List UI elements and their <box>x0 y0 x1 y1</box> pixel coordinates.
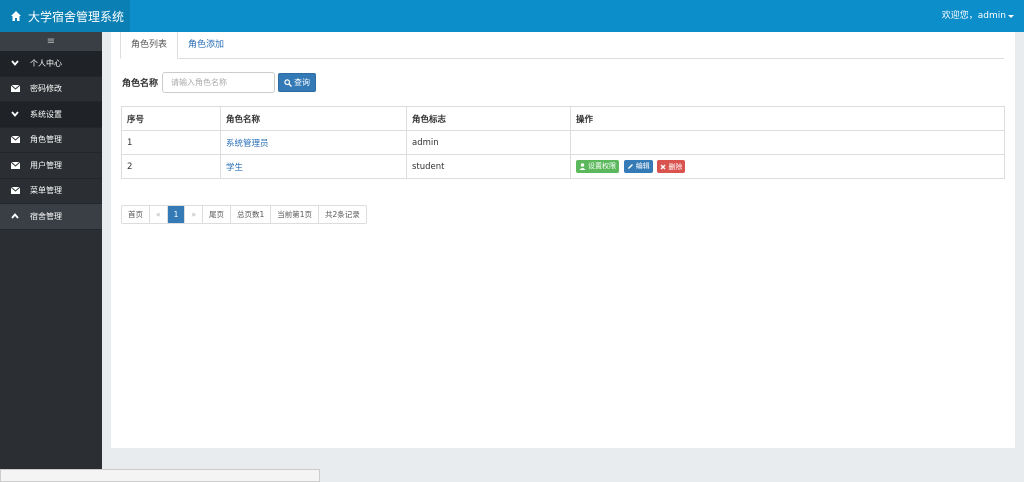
button-label: 删除 <box>668 162 683 171</box>
sidebar-item-label: 密码修改 <box>30 84 62 94</box>
pager-current[interactable]: 1 <box>167 206 186 223</box>
pager-total-records: 共2条记录 <box>325 210 360 219</box>
pencil-icon <box>627 163 633 169</box>
set-permission-button[interactable]: 设置权限 <box>576 159 619 173</box>
search-input[interactable] <box>162 72 276 93</box>
welcome-text: 欢迎您，admin <box>941 11 1006 21</box>
sidebar-item-menus[interactable]: 菜单管理 <box>0 179 102 204</box>
sidebar-item-roles[interactable]: 角色管理 <box>0 128 102 153</box>
sidebar-item-label: 个人中心 <box>30 58 62 68</box>
horizontal-scrollbar[interactable] <box>0 469 320 482</box>
app-title: 大学宿舍管理系统 <box>28 9 125 24</box>
envelope-icon <box>10 186 20 196</box>
cell-no: 2 <box>121 154 221 179</box>
search-button-label: 查询 <box>294 78 311 87</box>
search-button[interactable]: 查询 <box>278 73 317 92</box>
sidebar-item-settings[interactable]: 系统设置 <box>0 102 102 128</box>
sidebar-item-label: 宿舍管理 <box>30 211 62 221</box>
pager-prev[interactable]: « <box>150 206 168 223</box>
user-menu[interactable]: 欢迎您，admin <box>942 0 1014 32</box>
cell-role-flag: student <box>406 154 571 179</box>
edit-button[interactable]: 编辑 <box>623 159 653 173</box>
user-icon <box>579 163 586 170</box>
role-table: 序号 角色名称 角色标志 操作 1 系统管理员 admin 2 学生 stude… <box>121 106 1005 179</box>
pager-total-pages: 总页数1 <box>231 206 272 223</box>
cell-role-name-link[interactable]: 系统管理员 <box>220 130 407 155</box>
cell-actions <box>570 130 1005 155</box>
search-bar: 角色名称 查询 <box>122 72 317 93</box>
search-icon <box>284 78 293 87</box>
table-row: 2 学生 student 设置权限 编辑 删除 <box>121 154 1005 179</box>
close-icon <box>660 164 666 170</box>
tab-role-list[interactable]: 角色列表 <box>120 32 179 59</box>
tab-role-add[interactable]: 角色添加 <box>178 32 234 59</box>
button-label: 编辑 <box>635 162 650 171</box>
cell-role-flag: admin <box>406 130 571 155</box>
pager-first[interactable]: 首页 <box>122 206 150 223</box>
caret-down-icon <box>1008 14 1014 18</box>
sidebar-item-label: 菜单管理 <box>30 186 62 196</box>
column-header: 角色名称 <box>220 106 407 131</box>
cell-role-name-link[interactable]: 学生 <box>220 154 407 179</box>
table-header-row: 序号 角色名称 角色标志 操作 <box>121 106 1005 131</box>
chevron-up-icon <box>10 211 20 221</box>
delete-button[interactable]: 删除 <box>657 160 686 174</box>
tab-bar: 角色列表 角色添加 <box>120 32 1004 59</box>
sidebar-item-dorms[interactable]: 宿舍管理 <box>0 204 102 230</box>
column-header: 操作 <box>570 106 1005 131</box>
search-label: 角色名称 <box>122 79 159 89</box>
pager-next[interactable]: » <box>185 206 203 223</box>
sidebar-item-label: 角色管理 <box>30 135 62 145</box>
brand[interactable]: 大学宿舍管理系统 <box>0 0 130 32</box>
column-header: 角色标志 <box>406 106 571 131</box>
sidebar-item-label: 系统设置 <box>30 109 62 119</box>
home-icon <box>11 11 21 21</box>
sidebar-item-profile[interactable]: 个人中心 <box>0 51 102 77</box>
chevron-down-icon <box>10 109 20 119</box>
cell-actions: 设置权限 编辑 删除 <box>570 154 1005 179</box>
main-panel: 角色列表 角色添加 角色名称 查询 序号 角色名称 角色标志 操作 1 系统管理… <box>111 32 1015 448</box>
pager-last[interactable]: 尾页 <box>203 206 231 223</box>
cell-no: 1 <box>121 130 221 155</box>
column-header: 序号 <box>121 106 221 131</box>
chevron-down-icon <box>10 58 20 68</box>
pagination: 首页 « 1 » 尾页 总页数1 当前第1页 共2条记录 <box>121 205 367 224</box>
button-label: 设置权限 <box>588 162 616 171</box>
top-bar: 大学宿舍管理系统 欢迎您，admin <box>0 0 1024 32</box>
pager-current-page: 当前第1页 <box>271 206 320 223</box>
table-row: 1 系统管理员 admin <box>121 130 1005 155</box>
sidebar-item-label: 用户管理 <box>30 160 62 170</box>
envelope-icon <box>10 160 20 170</box>
sidebar-toggle[interactable]: ≡ <box>0 32 102 51</box>
envelope-icon <box>10 84 20 94</box>
sidebar: ≡ 个人中心 密码修改 系统设置 角色管理 用户管理 菜单管理 宿舍管理 <box>0 32 102 469</box>
envelope-icon <box>10 135 20 145</box>
sidebar-item-users[interactable]: 用户管理 <box>0 153 102 179</box>
sidebar-item-password[interactable]: 密码修改 <box>0 77 102 102</box>
